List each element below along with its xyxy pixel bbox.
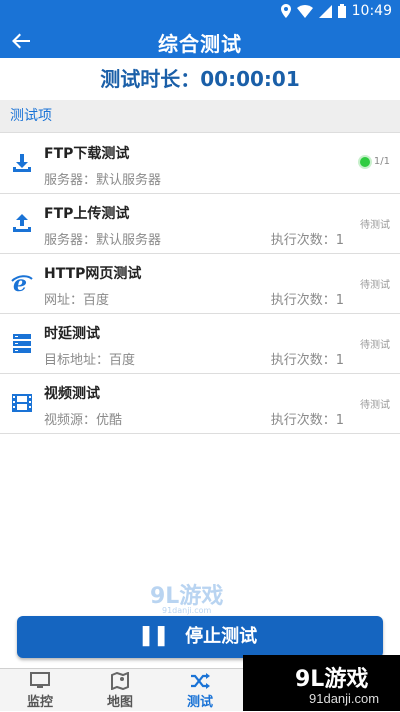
monitor-icon [30, 672, 50, 688]
download-icon [13, 154, 31, 172]
test-name: HTTP网页测试 [44, 266, 142, 282]
tab-map[interactable]: 地图 [80, 669, 160, 712]
test-name: 时延测试 [44, 326, 100, 342]
test-list: FTP下载测试 服务器：默认服务器 1/1 FTP上传测试 服务器：默认服务器 … [0, 134, 400, 434]
stop-test-button[interactable]: ▌▌ 停止测试 [17, 616, 383, 658]
test-status: 待测试 [360, 340, 390, 351]
clock: 10:49 [351, 3, 392, 19]
run-count: 执行次数：1 [270, 293, 344, 308]
upload-icon [13, 214, 31, 232]
test-detail: 目标地址：百度 [44, 353, 136, 368]
test-item-ftp-upload[interactable]: FTP上传测试 服务器：默认服务器 执行次数：1 待测试 [0, 194, 400, 254]
corner-logo-site: 91danji.com [309, 691, 380, 706]
tab-monitor[interactable]: 监控 [0, 669, 80, 712]
browser-e-icon: e [11, 272, 33, 294]
corner-logo-text: 9L游戏 [295, 667, 369, 692]
stop-button-label: 停止测试 [185, 626, 258, 647]
location-icon [280, 4, 291, 18]
progress-text: 1/1 [373, 156, 390, 167]
pause-icon: ▌▌ [142, 627, 174, 647]
tab-label: 地图 [106, 695, 133, 710]
watermark: 9L游戏 91danji.com [150, 578, 223, 615]
test-status: 待测试 [360, 220, 390, 231]
test-detail: 服务器：默认服务器 [44, 233, 162, 248]
test-detail: 服务器：默认服务器 [44, 173, 162, 188]
status-bar: 10:49 [0, 0, 400, 24]
run-count: 执行次数：1 [270, 353, 344, 368]
app-bar: 综合测试 [0, 24, 400, 58]
test-progress: 1/1 [359, 156, 390, 167]
test-name: FTP上传测试 [44, 206, 130, 222]
run-count: 执行次数：1 [270, 413, 344, 428]
test-detail: 网址：百度 [44, 293, 110, 308]
test-item-latency[interactable]: 时延测试 目标地址：百度 执行次数：1 待测试 [0, 314, 400, 374]
page-title: 综合测试 [158, 32, 242, 56]
test-name: FTP下载测试 [44, 146, 130, 162]
shuffle-icon [191, 673, 210, 689]
test-item-http[interactable]: e HTTP网页测试 网址：百度 执行次数：1 待测试 [0, 254, 400, 314]
test-status: 待测试 [360, 280, 390, 291]
tab-label: 测试 [186, 695, 213, 710]
test-item-ftp-download[interactable]: FTP下载测试 服务器：默认服务器 1/1 [0, 134, 400, 194]
corner-logo: 9L游戏 91danji.com [243, 655, 400, 711]
status-icons: 10:49 [280, 3, 392, 19]
test-detail: 视频源：优酷 [44, 413, 123, 428]
running-indicator [359, 156, 370, 167]
signal-icon [318, 4, 332, 18]
section-header: 测试项 [0, 100, 400, 133]
battery-icon [337, 4, 346, 18]
test-duration: 测试时长：00:00:01 [100, 67, 300, 91]
run-count: 执行次数：1 [270, 233, 344, 248]
tab-test[interactable]: 测试 [160, 669, 240, 712]
server-stack-icon [13, 334, 31, 353]
test-name: 视频测试 [44, 386, 100, 402]
test-status: 待测试 [360, 400, 390, 411]
test-item-video[interactable]: 视频测试 视频源：优酷 执行次数：1 待测试 [0, 374, 400, 434]
wifi-icon [296, 4, 313, 18]
film-icon [12, 394, 32, 412]
tab-label: 监控 [26, 695, 53, 710]
map-icon [111, 672, 129, 690]
